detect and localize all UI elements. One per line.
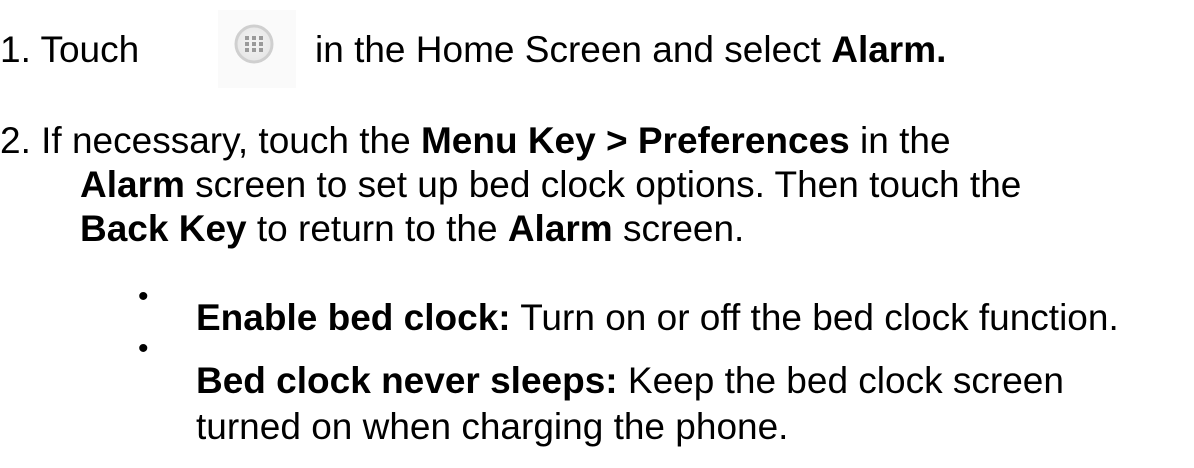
step-1-after-icon: in the Home Screen and select (315, 29, 832, 70)
option-description-continued: turned on when charging the phone. (196, 404, 788, 449)
option-label: Bed clock never sleeps: (196, 360, 618, 401)
step-2-menu-path: Menu Key > Preferences (420, 120, 850, 161)
step-2-line-3-mid: to return to the (246, 208, 508, 249)
apps-grid-icon (218, 10, 296, 88)
option-label: Enable bed clock: (196, 297, 511, 338)
option-description-cont: turned on when charging the phone. (196, 406, 789, 447)
step-1-text-start: 1. Touch (0, 27, 139, 72)
step-2-line-2: Alarm screen to set up bed clock options… (80, 162, 1021, 207)
step-2-alarm-ref: Alarm (80, 164, 185, 205)
step-1-text-end: in the Home Screen and select Alarm. (315, 27, 946, 72)
bullet-icon: • (138, 332, 149, 365)
step-2-prefix: 2. If necessary, touch the (0, 120, 421, 161)
option-description: Turn on or off the bed clock function. (510, 297, 1119, 338)
step-1-prefix: 1. Touch (0, 29, 140, 70)
option-description: Keep the bed clock screen (617, 360, 1064, 401)
step-2-line-3-suffix: screen. (612, 208, 745, 249)
step-1-target: Alarm. (831, 29, 947, 70)
bullet-icon: • (138, 280, 149, 313)
step-2-back-key: Back Key (80, 208, 247, 249)
option-bed-clock-never-sleeps: Bed clock never sleeps: Keep the bed clo… (196, 358, 1064, 403)
step-2-line-2-suffix: screen to set up bed clock options. Then… (184, 164, 1022, 205)
option-enable-bed-clock: Enable bed clock: Turn on or off the bed… (196, 295, 1119, 340)
step-2-line-1-suffix: in the (849, 120, 951, 161)
step-2-alarm-ref-2: Alarm (507, 208, 613, 249)
step-2-line-3: Back Key to return to the Alarm screen. (80, 206, 744, 251)
step-2-line-1: 2. If necessary, touch the Menu Key > Pr… (0, 118, 951, 163)
